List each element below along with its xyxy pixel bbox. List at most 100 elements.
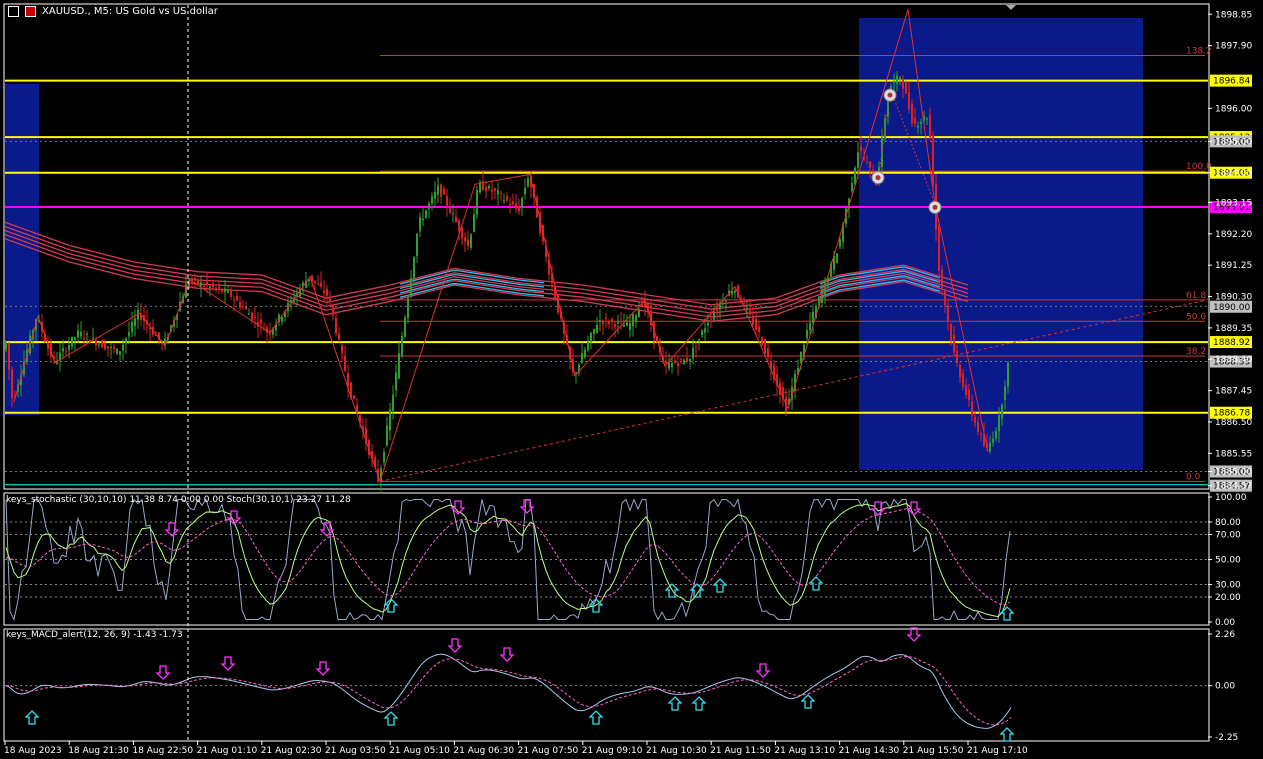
candle-body <box>230 289 232 297</box>
candle-body <box>440 184 442 197</box>
candle-body <box>755 318 757 330</box>
price-tick-label: 1891.25 <box>1215 261 1252 271</box>
fib-level-label: 100.0 <box>1186 162 1212 172</box>
candle-body <box>761 337 763 346</box>
candle-body <box>965 385 967 395</box>
candle-body <box>326 289 328 296</box>
candle-body <box>95 340 97 346</box>
candle-body <box>812 311 814 324</box>
candle-body <box>245 306 247 310</box>
candle-body <box>65 350 67 352</box>
candle-body <box>329 297 331 301</box>
candle-body <box>128 331 130 337</box>
candle-body <box>458 220 460 231</box>
candle-body <box>614 323 616 328</box>
price-tick-label: 1886.50 <box>1215 418 1252 428</box>
macd-pane[interactable] <box>3 628 1210 742</box>
candle-body <box>407 297 409 319</box>
candle-body <box>590 332 592 343</box>
candle-body <box>119 351 121 355</box>
candle-body <box>425 210 427 218</box>
candle-body <box>959 364 961 378</box>
candle-body <box>629 322 631 330</box>
stoch-tick-label: 0.00 <box>1215 618 1235 628</box>
chart-canvas[interactable]: 138.2100.061.850.038.20.0 1896.841895.13… <box>0 0 1263 759</box>
candle-body <box>104 343 106 350</box>
time-label: 21 Aug 15:50 <box>903 746 964 756</box>
candle-body <box>518 208 520 212</box>
time-label: 21 Aug 07:50 <box>518 746 579 756</box>
candle-body <box>665 361 667 364</box>
candle-body <box>200 282 202 287</box>
trading-terminal: 138.2100.061.850.038.20.0 1896.841895.13… <box>0 0 1263 759</box>
candle-body <box>1007 362 1009 387</box>
candle-body <box>434 191 436 199</box>
candle-body <box>749 309 751 315</box>
candle-body <box>314 280 316 283</box>
fib-level-label: 138.2 <box>1186 47 1212 57</box>
candle-body <box>383 451 385 463</box>
candle-body <box>464 237 466 242</box>
candle-body <box>752 315 754 325</box>
bid-ask-value: 1890.00 <box>1213 303 1250 313</box>
candle-body <box>92 337 94 339</box>
candle-body <box>989 442 991 452</box>
stoch-tick-label: 50.00 <box>1215 556 1241 566</box>
candle-body <box>215 287 217 289</box>
candle-body <box>605 317 607 319</box>
price-tick-label: 1885.00 <box>1215 467 1252 477</box>
time-label: 21 Aug 05:10 <box>389 746 450 756</box>
candle-body <box>626 322 628 326</box>
candle-body <box>977 422 979 433</box>
time-axis: 18 Aug 2023 18 Aug 21:30 18 Aug 22:50 21 Au… <box>4 741 1028 756</box>
stochastic-header: keys_stochastic (30,10,10) 11.38 8.74 0.… <box>6 495 351 505</box>
candle-body <box>437 185 439 195</box>
stoch-tick-label: 100.00 <box>1215 493 1247 503</box>
time-label: 21 Aug 01:10 <box>197 746 258 756</box>
candle-body <box>953 334 955 353</box>
candle-body <box>455 216 457 222</box>
candle-body <box>1004 386 1006 401</box>
candle-body <box>236 296 238 301</box>
time-label: 21 Aug 13:10 <box>774 746 835 756</box>
candle-body <box>683 359 685 365</box>
price-tick-label: 1895.00 <box>1215 137 1252 147</box>
macd-tick-label: 0.00 <box>1215 682 1235 692</box>
candle-body <box>149 327 151 330</box>
candle-body <box>86 333 88 335</box>
price-tick-label: 1897.90 <box>1215 42 1252 52</box>
candle-body <box>677 363 679 367</box>
candle-body <box>680 358 682 360</box>
price-tick-label: 1894.05 <box>1215 169 1252 179</box>
candle-body <box>674 360 676 364</box>
candle-body <box>917 125 919 128</box>
candle-body <box>233 299 235 301</box>
macd-header: keys_MACD_alert(12, 26, 9) -1.43 -1.73 <box>6 630 183 640</box>
candle-body <box>635 315 637 322</box>
fib-level-label: 0.0 <box>1186 472 1201 482</box>
time-label: 21 Aug 17:10 <box>967 746 1028 756</box>
price-tick-label: 1898.85 <box>1215 10 1252 20</box>
one-click-trading-icon[interactable] <box>25 6 36 17</box>
candle-body <box>671 362 673 368</box>
candle-body <box>194 277 196 279</box>
candle-body <box>404 317 406 337</box>
price-level-value: 1888.92 <box>1213 338 1250 348</box>
candle-body <box>758 326 760 333</box>
candle-body <box>335 317 337 334</box>
candle-body <box>806 330 808 339</box>
candle-body <box>593 328 595 334</box>
price-tick-label: 1892.20 <box>1215 230 1252 240</box>
candle-body <box>527 178 529 187</box>
time-label: 18 Aug 21:30 <box>68 746 129 756</box>
candle-body <box>896 75 898 84</box>
candle-body <box>122 344 124 351</box>
candle-body <box>401 336 403 357</box>
candle-body <box>968 389 970 401</box>
candle-body <box>914 117 916 124</box>
candle-body <box>956 350 958 364</box>
chart-type-icon[interactable] <box>8 6 19 17</box>
candle-body <box>467 239 469 246</box>
candle-body <box>386 425 388 446</box>
candle-body <box>107 346 109 349</box>
